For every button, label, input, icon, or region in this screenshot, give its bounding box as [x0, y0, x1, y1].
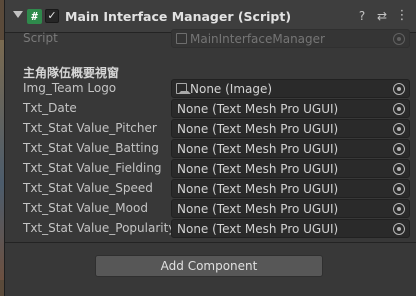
field-value: None (Text Mesh Pro UGUI): [177, 162, 339, 176]
script-icon: #: [27, 9, 42, 24]
field-value: None (Text Mesh Pro UGUI): [177, 102, 339, 116]
object-picker-icon[interactable]: [393, 223, 405, 235]
object-picker-icon[interactable]: [393, 123, 405, 135]
txt-date-field[interactable]: None (Text Mesh Pro UGUI): [171, 99, 410, 118]
field-label: Txt_Date: [23, 101, 77, 115]
txt-stat-popularity-field[interactable]: None (Text Mesh Pro UGUI): [171, 219, 410, 238]
txt-stat-batting-field[interactable]: None (Text Mesh Pro UGUI): [171, 139, 410, 158]
img-team-logo-field[interactable]: None (Image): [171, 79, 410, 98]
object-picker-icon[interactable]: [393, 183, 405, 195]
enable-checkbox[interactable]: ✓: [45, 9, 59, 23]
field-label: Txt_Stat Value_Speed: [23, 181, 153, 195]
script-field: MainInterfaceManager: [171, 29, 410, 48]
help-icon[interactable]: ?: [354, 8, 370, 24]
field-value: None (Text Mesh Pro UGUI): [177, 122, 339, 136]
field-label: Txt_Stat Value_Fielding: [23, 161, 162, 175]
field-row: Txt_Stat Value_Fielding None (Text Mesh …: [5, 159, 416, 178]
field-value: None (Text Mesh Pro UGUI): [177, 182, 339, 196]
field-label: Txt_Stat Value_Popularity: [23, 221, 176, 235]
field-row: Txt_Stat Value_Popularity None (Text Mes…: [5, 219, 416, 238]
script-value: MainInterfaceManager: [190, 32, 325, 46]
object-picker-icon[interactable]: [393, 203, 405, 215]
field-value: None (Image): [190, 82, 273, 96]
divider: [5, 242, 416, 243]
field-row: Txt_Stat Value_Batting None (Text Mesh P…: [5, 139, 416, 158]
object-picker-icon[interactable]: [393, 83, 405, 95]
image-icon: [176, 83, 191, 94]
add-component-button[interactable]: Add Component: [95, 255, 323, 277]
component-title[interactable]: Main Interface Manager (Script): [65, 9, 291, 24]
field-label: Txt_Stat Value_Mood: [23, 201, 148, 215]
foldout-arrow-icon[interactable]: [13, 11, 23, 18]
script-asset-icon: [176, 33, 187, 44]
txt-stat-speed-field[interactable]: None (Text Mesh Pro UGUI): [171, 179, 410, 198]
script-label: Script: [23, 31, 58, 45]
object-picker-icon[interactable]: [393, 103, 405, 115]
field-row: Txt_Date None (Text Mesh Pro UGUI): [5, 99, 416, 118]
field-value: None (Text Mesh Pro UGUI): [177, 222, 339, 236]
field-row: Txt_Stat Value_Mood None (Text Mesh Pro …: [5, 199, 416, 218]
field-value: None (Text Mesh Pro UGUI): [177, 202, 339, 216]
object-picker-icon[interactable]: [393, 163, 405, 175]
script-row: Script MainInterfaceManager: [5, 29, 416, 48]
object-picker-icon[interactable]: [393, 143, 405, 155]
field-label: Img_Team Logo: [23, 81, 117, 95]
context-menu-icon[interactable]: ⋮: [394, 8, 410, 24]
field-row: Img_Team Logo None (Image): [5, 79, 416, 98]
presets-icon[interactable]: ⇄: [374, 8, 390, 24]
txt-stat-fielding-field[interactable]: None (Text Mesh Pro UGUI): [171, 159, 410, 178]
field-value: None (Text Mesh Pro UGUI): [177, 142, 339, 156]
txt-stat-pitcher-field[interactable]: None (Text Mesh Pro UGUI): [171, 119, 410, 138]
field-row: Txt_Stat Value_Pitcher None (Text Mesh P…: [5, 119, 416, 138]
field-row: Txt_Stat Value_Speed None (Text Mesh Pro…: [5, 179, 416, 198]
txt-stat-mood-field[interactable]: None (Text Mesh Pro UGUI): [171, 199, 410, 218]
field-label: Txt_Stat Value_Pitcher: [23, 121, 157, 135]
field-label: Txt_Stat Value_Batting: [23, 141, 159, 155]
object-picker-icon: [393, 33, 405, 45]
